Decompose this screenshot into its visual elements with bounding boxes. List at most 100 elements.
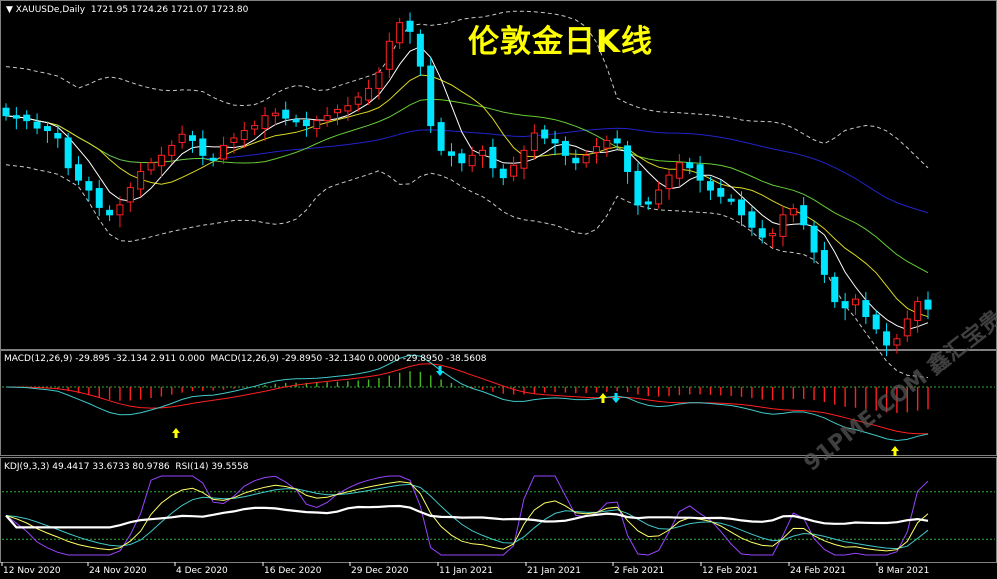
- candle-body: [137, 170, 145, 190]
- candle-body: [789, 208, 797, 216]
- macd-label: MACD(12,26,9) -29.895 -32.134 2.911 0.00…: [4, 354, 487, 364]
- x-axis-tick-label: 12 Feb 2021: [702, 566, 759, 576]
- candle-body: [530, 132, 538, 151]
- candle-body: [396, 22, 404, 44]
- macd-line: [5, 354, 929, 442]
- candle-body: [157, 154, 165, 167]
- candle-body: [220, 144, 228, 160]
- candle-body: [106, 209, 114, 216]
- macd-buy-arrow: [891, 446, 899, 456]
- candle-body: [385, 40, 393, 70]
- macd-buy-arrow: [172, 428, 180, 438]
- candle-body: [603, 139, 611, 149]
- candle-body: [64, 137, 72, 169]
- candle-body: [75, 164, 83, 181]
- candle-body: [406, 20, 414, 32]
- candle-body: [738, 199, 746, 216]
- x-axis-tick-label: 24 Feb 2021: [790, 566, 847, 576]
- candle-body: [437, 122, 445, 151]
- rsi-line: [5, 504, 929, 529]
- candle-body: [810, 225, 818, 253]
- macd-sell-arrow: [612, 393, 620, 403]
- candle-body: [644, 201, 652, 205]
- candle-body: [706, 181, 714, 191]
- candle-body: [95, 188, 103, 208]
- candle-body: [147, 162, 155, 171]
- candle-body: [282, 109, 290, 119]
- x-axis-tick-label: 29 Dec 2020: [351, 566, 409, 576]
- candle-body: [551, 138, 559, 144]
- candle-body: [240, 130, 248, 140]
- candle-body: [624, 145, 632, 172]
- candle-body: [686, 162, 694, 169]
- candle-body: [613, 138, 621, 144]
- x-axis-tick-label: 2 Feb 2021: [614, 566, 665, 576]
- candle-body: [416, 33, 424, 67]
- ohlc-label: 1721.95 1724.26 1721.07 1723.80: [90, 5, 249, 15]
- x-axis-tick-label: 24 Nov 2020: [89, 566, 147, 576]
- x-axis-tick-label: 16 Dec 2020: [264, 566, 322, 576]
- candle-body: [520, 149, 528, 169]
- symbol-header: ▼ XAUUSDe,Daily 1721.95 1724.26 1721.07 …: [6, 5, 249, 15]
- ma-medium-line: [5, 74, 929, 318]
- candle-body: [168, 144, 176, 156]
- candle-body: [541, 129, 549, 139]
- candle-body: [779, 214, 787, 237]
- ma-trend-line: [5, 115, 929, 214]
- candle-body: [33, 121, 41, 129]
- candle-body: [903, 318, 911, 337]
- candle-body: [748, 211, 756, 228]
- macd-signal-line: [5, 363, 928, 435]
- candle-body: [572, 157, 580, 164]
- macd-buy-arrow: [599, 393, 607, 403]
- candle-body: [717, 188, 725, 197]
- candle-body: [510, 164, 518, 177]
- candle-body: [427, 65, 435, 127]
- candle-body: [23, 114, 31, 122]
- kdj-panel: [2, 475, 995, 556]
- candle-body: [261, 115, 269, 130]
- bollinger-upper-band: [5, 10, 929, 169]
- candle-body: [841, 301, 849, 309]
- kdj-rsi-label: KDJ(9,3,3) 49.4417 33.6733 80.9786 RSI(1…: [4, 462, 249, 472]
- candle-body: [489, 146, 497, 169]
- candle-body: [758, 228, 766, 238]
- candle-body: [116, 204, 124, 216]
- candle-body: [872, 314, 880, 330]
- candle-body: [893, 338, 901, 346]
- candle-body: [582, 154, 590, 164]
- chart-canvas: [0, 0, 997, 566]
- candle-body: [188, 135, 196, 141]
- candle-body: [230, 137, 238, 143]
- candle-body: [883, 331, 891, 346]
- candle-body: [178, 133, 186, 143]
- candle-body: [209, 157, 217, 161]
- panel-frames: [0, 0, 997, 566]
- candle-body: [375, 71, 383, 89]
- candle-body: [458, 153, 466, 164]
- candle-body: [800, 205, 808, 226]
- candle-body: [665, 174, 673, 190]
- candle-body: [655, 189, 663, 205]
- candle-body: [43, 126, 51, 132]
- candle-body: [914, 301, 922, 321]
- candle-body: [769, 232, 777, 237]
- symbol-label: XAUUSDe,Daily: [15, 5, 86, 15]
- candle-body: [2, 107, 10, 117]
- candle-body: [696, 164, 704, 181]
- candle-body: [313, 120, 321, 130]
- ma-long-line: [5, 98, 929, 274]
- candle-body: [820, 250, 828, 275]
- candle-body: [924, 299, 932, 310]
- x-axis-tick-label: 4 Dec 2020: [176, 566, 228, 576]
- candle-body: [292, 119, 300, 123]
- chart-title: 伦敦金日K线: [468, 24, 654, 60]
- candle-body: [831, 276, 839, 303]
- candle-body: [302, 119, 310, 127]
- candle-body: [334, 108, 342, 114]
- ma-short-line: [5, 46, 929, 331]
- candle-body: [561, 140, 569, 156]
- candle-body: [323, 115, 331, 122]
- x-axis-tick-label: 12 Nov 2020: [3, 566, 61, 576]
- candle-body: [344, 105, 352, 112]
